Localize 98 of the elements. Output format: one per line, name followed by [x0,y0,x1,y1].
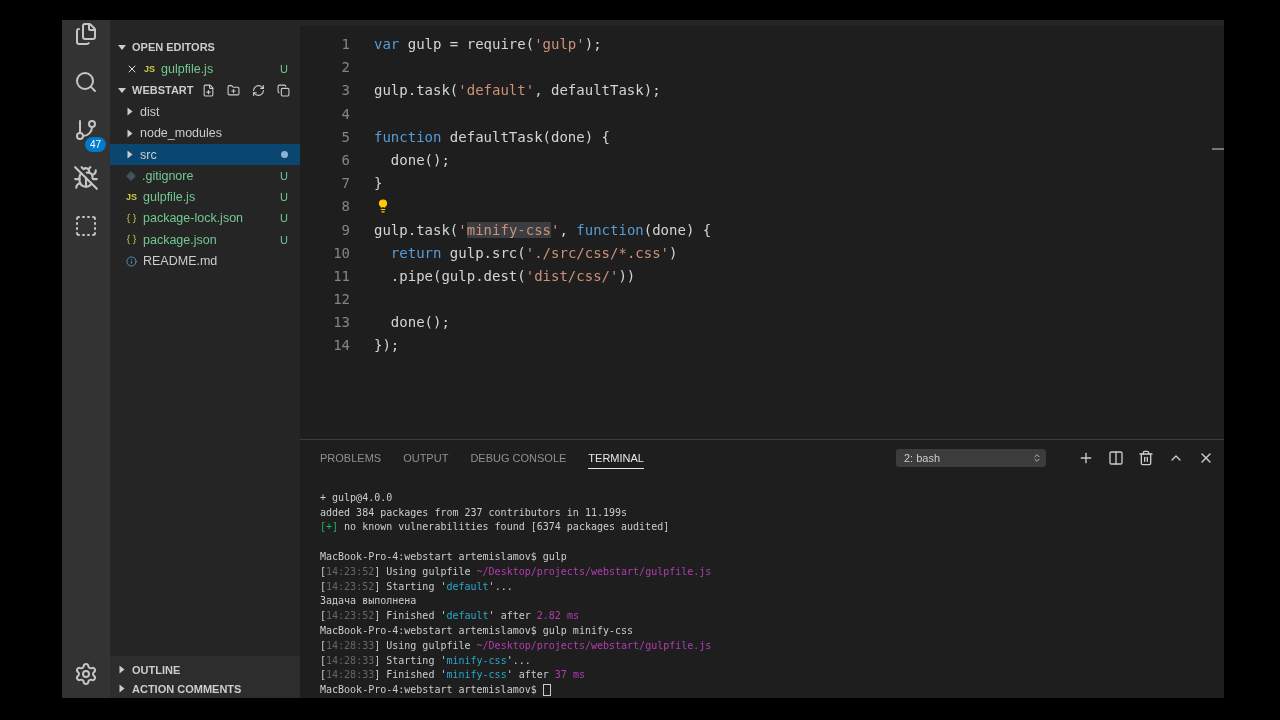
line-number: 4 [340,104,351,124]
selected-tree-row[interactable]: src [110,143,300,166]
collapse-icon[interactable] [277,83,290,97]
extensions-icon[interactable] [74,214,98,238]
terminal-line: MacBook-Pro-4:webstart artemislamov$ gulp [320,551,567,563]
terminal-line: added 384 packages from 237 contributors in 11.199s [320,506,628,518]
terminal-line: MacBook-Pro-4:webstart artemislamov$ gulp minify-css [320,625,634,636]
line-number: 6 [340,150,351,170]
line-number: 2 [340,58,351,78]
code-line: done(); [389,150,450,170]
refresh-icon[interactable] [252,83,265,97]
info-icon [126,255,137,267]
line-number: 12 [332,290,351,310]
code-line: done(); [389,313,450,333]
code-line: gulp.task('default', defaultTask); [374,81,661,101]
updown-icon [1032,453,1042,464]
status-letter: U [280,62,288,75]
lightbulb-icon[interactable] [376,199,390,214]
panel-tab[interactable]: OUTPUT [403,447,449,469]
files-icon[interactable] [74,22,98,46]
tree-row[interactable]: JS gulpfile.js U [110,186,300,208]
code-line: function defaultTask(done) { [374,127,610,147]
line-number: 7 [340,174,351,194]
terminal-line: Задача выполнена [320,595,417,607]
line-number: 3 [340,81,351,101]
tree-row[interactable]: package.json U [110,229,300,251]
settings-icon[interactable] [74,662,98,686]
file-name: README.md [143,254,219,268]
line-number: 9 [340,220,351,240]
braces-icon [126,234,137,246]
line-number: 14 [332,336,351,356]
new-file-icon[interactable] [202,83,215,97]
file-name: .gitignore [142,168,195,183]
caret-icon[interactable] [127,129,133,138]
code-line: return gulp.src('./src/css/*.css') [389,243,678,263]
terminal-line: [14:23:52] Using gulpfile ~/Desktop/projects/webstart/gulpfile.js [320,565,712,577]
braces-icon [126,212,137,224]
section-title[interactable]: WEBSTART [132,84,196,97]
terminal-line: [14:23:52] Starting 'default'... [320,580,513,592]
tree-row[interactable]: .gitignore U [110,165,300,187]
line-number: 1 [340,35,351,54]
caret-icon[interactable] [119,684,125,693]
scroll-marker [1212,148,1224,150]
status-letter: U [280,169,288,182]
file-name: gulpfile.js [143,190,197,205]
split-icon[interactable] [1108,450,1124,467]
search-icon[interactable] [74,70,98,94]
code-line: var gulp = require('gulp'); [374,35,602,54]
caret-icon[interactable] [127,150,133,159]
file-name: dist [140,104,161,119]
status-letter: U [280,212,288,225]
terminal-line: [14:28:33] Starting 'minify-css'... [320,654,531,666]
section-title[interactable]: OPEN EDITORS [132,41,300,53]
code-line: .pipe(gulp.dest('dist/css/')) [389,266,636,286]
section-title[interactable]: OUTLINE [132,663,181,676]
terminal-line: + gulp@4.0.0 [320,491,393,503]
diamond-icon [126,170,136,181]
js-file-icon: JS [144,63,155,74]
code-line: }); [374,336,400,356]
terminal-line: [14:28:33] Using gulpfile ~/Desktop/projects/webstart/gulpfile.js [320,639,712,651]
terminal-line: [14:28:33] Finished 'minify-css' after 37 ms [320,669,585,681]
line-number: 8 [340,197,351,217]
caret-icon[interactable] [119,665,125,674]
tree-row[interactable]: dist [110,101,300,123]
file-name: package.json [143,232,218,247]
tree-row[interactable]: package-lock.json U [110,207,300,230]
file-name: package-lock.json [143,211,245,226]
terminal-select[interactable]: 2: bash [896,449,1046,468]
caret-icon[interactable] [127,107,133,116]
panel-tab[interactable]: DEBUG CONSOLE [470,447,567,469]
section-title[interactable]: ACTION COMMENTS [132,682,242,695]
code-line: } [374,174,383,194]
status-letter: U [280,233,288,246]
panel-tab[interactable]: TERMINAL [588,447,644,469]
trash-icon[interactable] [1138,450,1154,467]
terminal-line: [+] no known vulnerabilities found [6374 packages audited] [320,521,670,533]
line-number: 5 [340,127,351,147]
line-number: 13 [332,313,351,333]
file-name: node_modules [140,126,223,141]
terminal-line: [14:23:52] Finished 'default' after 2.82 ms [320,610,579,622]
tree-row[interactable]: node_modules [110,122,300,144]
file-name: gulpfile.js [161,61,215,76]
line-number: 11 [332,266,351,286]
caret-icon[interactable] [118,44,126,50]
code-line: gulp.task('minify-css', function(done) { [374,220,712,240]
panel-tab[interactable]: PROBLEMS [320,447,382,469]
count-badge: 47 [84,137,106,152]
terminal-line: MacBook-Pro-4:webstart artemislamov$ [320,684,537,696]
branch-icon[interactable] [74,118,98,142]
file-name: src [140,147,158,162]
bug-icon[interactable] [73,165,99,191]
line-number: 10 [332,243,351,263]
status-letter: U [280,191,288,204]
js-file-icon: JS [126,192,137,203]
tree-row[interactable]: README.md [110,250,300,272]
new-folder-icon[interactable] [227,83,240,97]
tree-row[interactable]: JS gulpfile.js U [110,58,300,80]
caret-icon[interactable] [118,87,126,93]
